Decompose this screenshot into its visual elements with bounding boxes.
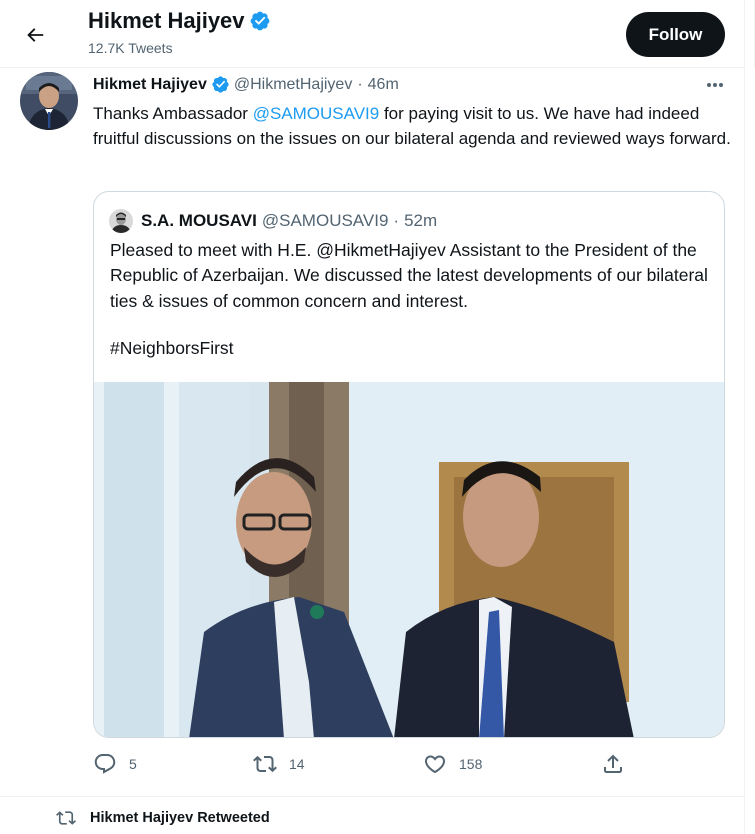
header-title: Hikmet Hajiyev bbox=[88, 8, 271, 34]
column-border bbox=[744, 0, 745, 834]
verified-badge-icon bbox=[211, 75, 230, 94]
like-button[interactable]: 158 bbox=[423, 752, 482, 776]
back-arrow-icon bbox=[27, 28, 44, 42]
header-divider bbox=[0, 67, 745, 68]
quoted-photo[interactable] bbox=[94, 382, 724, 737]
retweet-count: 14 bbox=[289, 756, 305, 772]
follow-button[interactable]: Follow bbox=[626, 12, 725, 57]
tweet-handle[interactable]: @HikmetHajiyev bbox=[234, 76, 352, 94]
tweet-actions: 5 14 158 bbox=[93, 752, 733, 782]
reply-icon bbox=[94, 754, 116, 774]
avatar[interactable] bbox=[20, 72, 78, 130]
quoted-tweet-text: Pleased to meet with H.E. @HikmetHajiyev… bbox=[110, 240, 708, 311]
quoted-handle: @SAMOUSAVI9 bbox=[261, 211, 389, 230]
more-options-button[interactable] bbox=[702, 74, 728, 96]
more-icon bbox=[707, 83, 723, 87]
tweet-divider bbox=[0, 796, 745, 797]
quoted-timestamp: 52m bbox=[404, 211, 438, 230]
verified-badge-icon bbox=[250, 11, 269, 31]
reply-button[interactable]: 5 bbox=[93, 752, 137, 776]
retweet-button[interactable]: 14 bbox=[253, 752, 305, 776]
like-count: 158 bbox=[459, 756, 483, 772]
tweet-header: Hikmet Hajiyev @HikmetHajiyev · 46m bbox=[93, 75, 399, 94]
tweet-separator: · bbox=[357, 75, 363, 93]
quoted-tweet[interactable]: S.A. MOUSAVI @SAMOUSAVI9 · 52m Pleased t… bbox=[93, 191, 725, 738]
tweet-mention-link[interactable]: @SAMOUSAVI9 bbox=[253, 104, 380, 123]
tweet-author-name[interactable]: Hikmet Hajiyev bbox=[93, 76, 207, 94]
quoted-author-name: S.A. MOUSAVI bbox=[141, 211, 257, 230]
tweet-text: Thanks Ambassador @SAMOUSAVI9 for paying… bbox=[93, 101, 733, 151]
retweet-icon bbox=[56, 811, 76, 825]
tweet-text-start: Thanks Ambassador bbox=[93, 104, 253, 123]
reply-count: 5 bbox=[129, 756, 137, 772]
tweet-count: 12.7K Tweets bbox=[88, 40, 173, 56]
quoted-avatar bbox=[109, 209, 133, 233]
tweet-timestamp[interactable]: 46m bbox=[368, 76, 399, 94]
share-button[interactable] bbox=[601, 752, 625, 776]
retweet-notice-text[interactable]: Hikmet Hajiyev Retweeted bbox=[90, 810, 270, 826]
retweet-notice: Hikmet Hajiyev Retweeted bbox=[56, 808, 270, 828]
header-name: Hikmet Hajiyev bbox=[88, 8, 245, 33]
share-icon bbox=[604, 754, 622, 773]
quoted-tweet-header: S.A. MOUSAVI @SAMOUSAVI9 · 52m bbox=[109, 209, 437, 233]
like-icon bbox=[424, 755, 446, 774]
quoted-hashtag: #NeighborsFirst bbox=[110, 338, 234, 358]
retweet-icon bbox=[253, 755, 277, 773]
back-button[interactable] bbox=[18, 18, 52, 52]
quoted-separator: · bbox=[393, 211, 400, 230]
profile-header: Hikmet Hajiyev 12.7K Tweets Follow bbox=[0, 0, 755, 68]
